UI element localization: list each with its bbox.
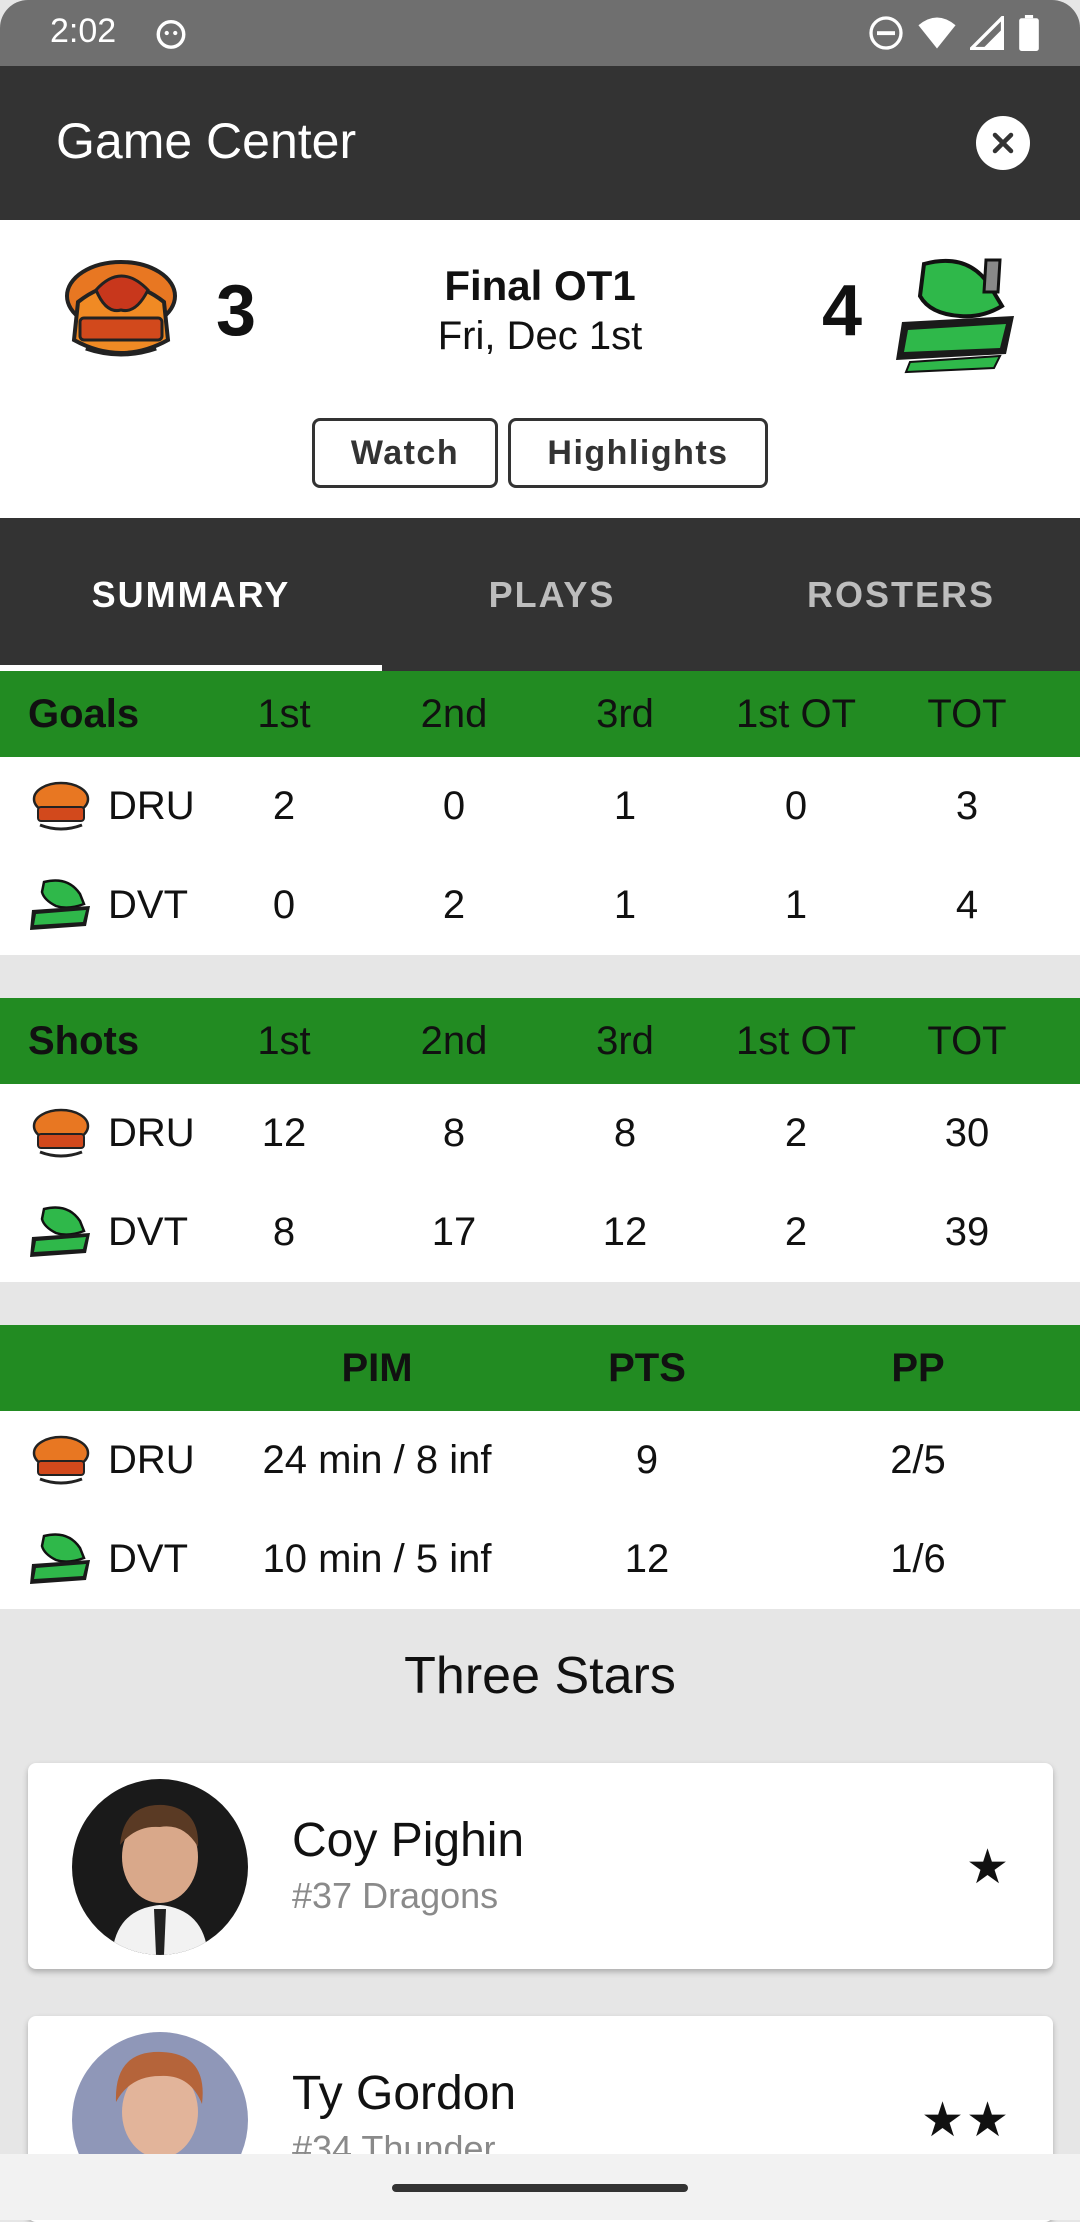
column-header: 1st OT xyxy=(735,691,857,736)
table-cell: 0 xyxy=(272,883,296,927)
column-header: 1st OT xyxy=(735,1018,857,1063)
table-cell: 17 xyxy=(431,1210,477,1254)
wifi-icon xyxy=(918,17,956,49)
team-abbr: DVT xyxy=(108,1537,188,1581)
table-row: DRU 2 0 1 0 3 xyxy=(0,757,1080,856)
highlights-button[interactable]: Highlights xyxy=(508,418,768,488)
status-bar: 2:02 xyxy=(0,0,1080,66)
table-row: DRU 12 8 8 2 30 xyxy=(0,1084,1080,1183)
table-cell: 2 xyxy=(442,883,466,927)
close-button[interactable] xyxy=(976,116,1030,170)
dragons-logo xyxy=(32,1108,90,1157)
table-cell: 9 xyxy=(635,1438,659,1482)
column-header: 3rd xyxy=(596,691,654,736)
special-stats-table: PIM PTS PP DRU 24 min / 8 inf 9 2/5 DVT … xyxy=(0,1325,1080,1609)
column-header: 1st xyxy=(257,691,311,736)
team-abbr: DRU xyxy=(108,1111,195,1155)
watch-button[interactable]: Watch xyxy=(312,418,498,488)
team-abbr: DVT xyxy=(108,883,188,927)
table-cell: 8 xyxy=(442,1111,466,1155)
tab-rosters[interactable]: ROSTERS xyxy=(722,518,1080,671)
column-header: 1st xyxy=(257,1018,311,1063)
signal-icon xyxy=(970,16,1004,50)
goals-header-row: Goals 1st 2nd 3rd 1st OT TOT xyxy=(0,671,1080,757)
dnd-icon xyxy=(869,16,903,50)
table-cell: 2 xyxy=(784,1210,808,1254)
star-player-card[interactable]: Coy Pighin #37 Dragons ★ xyxy=(28,1763,1053,1969)
table-row: DVT 8 17 12 2 39 xyxy=(0,1183,1080,1282)
table-row: DVT 10 min / 5 inf 12 1/6 xyxy=(0,1510,1080,1609)
table-cell: 2 xyxy=(784,1111,808,1155)
table-row: DVT 0 2 1 1 4 xyxy=(0,856,1080,955)
table-cell: 4 xyxy=(955,883,979,927)
star-rating-icon: ★ xyxy=(965,1841,1011,1894)
score-header: 3 Final OT1 Fri, Dec 1st 4 Watch Highlig… xyxy=(0,220,1080,518)
table-cell: 12 xyxy=(624,1537,670,1581)
column-header: 3rd xyxy=(596,1018,654,1063)
dragons-logo xyxy=(32,1435,90,1484)
shots-table: Shots 1st 2nd 3rd 1st OT TOT DRU 12 8 8 … xyxy=(0,998,1080,1282)
thunder-logo xyxy=(896,258,1014,374)
table-cell: 39 xyxy=(944,1210,990,1254)
table-cell: 3 xyxy=(955,784,979,828)
tab-bar: SUMMARY PLAYS ROSTERS xyxy=(0,518,1080,671)
tab-plays[interactable]: PLAYS xyxy=(382,518,722,671)
column-header: 2nd xyxy=(420,691,488,736)
special-header-row: PIM PTS PP xyxy=(0,1325,1080,1411)
player-team: #37 Dragons xyxy=(292,1875,499,1916)
column-header: 2nd xyxy=(420,1018,488,1063)
team-abbr: DVT xyxy=(108,1210,188,1254)
page-title: Game Center xyxy=(56,113,357,169)
table-cell: 0 xyxy=(784,784,808,828)
player-name: Ty Gordon xyxy=(292,2067,517,2120)
tab-summary[interactable]: SUMMARY xyxy=(0,518,382,671)
table-cell: 8 xyxy=(613,1111,637,1155)
thunder-logo xyxy=(30,1532,90,1584)
table-cell: 1 xyxy=(613,883,637,927)
table-cell: 1/6 xyxy=(890,1537,946,1581)
table-cell: 1 xyxy=(613,784,637,828)
shots-title: Shots xyxy=(28,1018,140,1063)
home-handle[interactable] xyxy=(392,2184,688,2192)
table-cell: 10 min / 5 inf xyxy=(262,1537,492,1581)
shots-header-row: Shots 1st 2nd 3rd 1st OT TOT xyxy=(0,998,1080,1084)
table-row: DRU 24 min / 8 inf 9 2/5 xyxy=(0,1411,1080,1510)
table-cell: 8 xyxy=(272,1210,296,1254)
three-stars-title: Three Stars xyxy=(404,1647,676,1705)
table-cell: 1 xyxy=(784,883,808,927)
cat-notification-icon xyxy=(156,19,186,49)
status-time: 2:02 xyxy=(50,12,117,50)
goals-title: Goals xyxy=(28,691,140,736)
column-header: PTS xyxy=(608,1345,686,1390)
player-name: Coy Pighin xyxy=(292,1814,525,1867)
close-icon xyxy=(992,132,1014,154)
thunder-logo xyxy=(30,1205,90,1257)
column-header: TOT xyxy=(927,1018,1007,1063)
table-cell: 24 min / 8 inf xyxy=(262,1438,492,1482)
dragons-logo xyxy=(32,781,90,830)
table-cell: 12 xyxy=(261,1111,307,1155)
table-cell: 2 xyxy=(272,784,296,828)
thunder-logo xyxy=(30,878,90,930)
column-header: PIM xyxy=(341,1345,413,1390)
gesture-nav-bar xyxy=(0,2154,1080,2220)
avatar xyxy=(72,1779,248,1955)
app-bar: Game Center xyxy=(0,66,1080,220)
table-cell: 30 xyxy=(944,1111,990,1155)
goals-table: Goals 1st 2nd 3rd 1st OT TOT DRU 2 0 1 0… xyxy=(0,671,1080,955)
column-header: PP xyxy=(891,1345,945,1390)
star-rating-icon: ★★ xyxy=(920,2094,1011,2147)
battery-icon xyxy=(1019,15,1039,51)
table-cell: 12 xyxy=(602,1210,648,1254)
away-score: 4 xyxy=(822,271,863,351)
team-abbr: DRU xyxy=(108,1438,195,1482)
column-header: TOT xyxy=(927,691,1007,736)
team-abbr: DRU xyxy=(108,784,195,828)
table-cell: 2/5 xyxy=(890,1438,946,1482)
table-cell: 0 xyxy=(442,784,466,828)
